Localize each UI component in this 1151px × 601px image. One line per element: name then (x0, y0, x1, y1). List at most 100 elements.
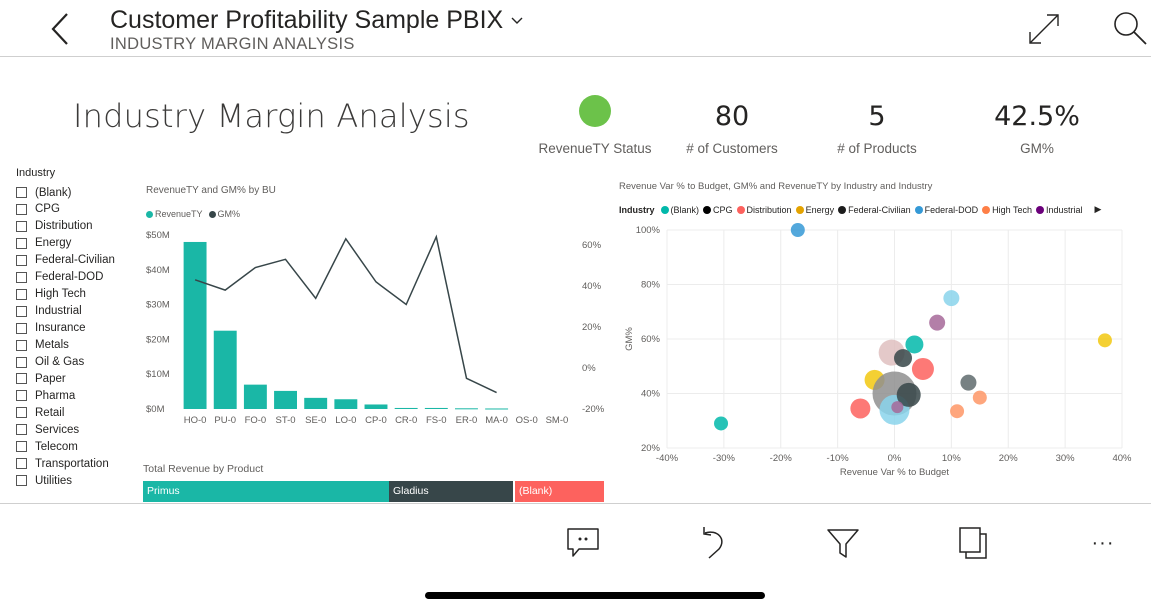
scatter-point (960, 374, 977, 391)
scatter-legend-item[interactable]: (Blank) (660, 205, 699, 215)
chevron-left-icon (51, 13, 68, 45)
industry-scatter-chart[interactable]: -40% -30% -20% -10% 0% 10% 20% 30% 40% 20% 40% 60% 8… (610, 222, 1145, 484)
scatter-point (972, 390, 987, 405)
scatter-legend-item[interactable]: Industrial (1036, 205, 1083, 215)
legend-dot-icon (838, 205, 847, 214)
back-button[interactable] (40, 8, 80, 50)
legend-dot-icon (146, 210, 153, 218)
y-left-tick-label: $40M (146, 265, 170, 276)
checkbox-icon[interactable] (16, 441, 27, 453)
gm-percent-line (194, 234, 497, 394)
industry-slicer-header: Industry (16, 167, 56, 179)
y-tick-label: 60% (641, 334, 661, 345)
checkbox-icon[interactable] (16, 458, 27, 470)
x-tick-label: ER-0 (456, 415, 478, 426)
slicer-item[interactable]: Federal-Civilian (16, 252, 115, 269)
slicer-item[interactable]: Industrial (16, 303, 82, 320)
filter-button[interactable] (822, 522, 864, 564)
slicer-item[interactable]: Transportation (16, 455, 109, 472)
slicer-item[interactable]: Retail (16, 404, 64, 421)
home-indicator (425, 592, 765, 599)
comment-button[interactable] (562, 522, 604, 564)
report-title-dropdown[interactable]: Customer Profitability Sample PBIX (110, 6, 523, 35)
checkbox-icon[interactable] (16, 373, 27, 385)
filter-icon (827, 529, 859, 558)
x-tick-label: 40% (1112, 453, 1132, 464)
slicer-item-label: Services (35, 423, 80, 436)
scatter-legend-item[interactable]: High Tech (982, 205, 1032, 215)
legend-dot-icon (703, 205, 712, 214)
slicer-item[interactable]: High Tech (16, 286, 86, 303)
x-tick-label: SE-0 (305, 415, 326, 426)
x-tick-label: MA-0 (485, 415, 508, 426)
checkbox-icon[interactable] (16, 220, 27, 232)
slicer-item[interactable]: Energy (16, 235, 71, 252)
legend-next-arrow-icon[interactable]: ▶ (1095, 204, 1102, 215)
checkbox-icon[interactable] (16, 237, 27, 249)
slicer-item[interactable]: Utilities (16, 472, 72, 489)
more-options-button[interactable]: ··· (1082, 522, 1124, 564)
report-page-title: Industry Margin Analysis (73, 97, 470, 135)
undo-icon (703, 527, 723, 559)
search-button[interactable] (1110, 8, 1150, 48)
scatter-legend-item[interactable]: Federal-Civilian (838, 205, 911, 215)
slicer-item[interactable]: Metals (16, 337, 69, 354)
slicer-item-label: Pharma (35, 389, 76, 402)
x-axis-label: Revenue Var % to Budget (840, 467, 950, 478)
scatter-legend-item[interactable]: Federal-DOD (914, 205, 978, 215)
checkbox-icon[interactable] (16, 254, 27, 266)
revenue-bar (274, 390, 297, 409)
y-left-tick-label: $10M (146, 369, 170, 380)
slicer-item[interactable]: Paper (16, 370, 66, 387)
revenue-bar (243, 384, 267, 409)
scatter-point (929, 314, 946, 331)
revenue-bar (485, 408, 509, 410)
y-left-tick-label: $50M (146, 230, 170, 241)
scatter-legend-item[interactable]: CPG (703, 205, 733, 215)
legend-dot-icon (914, 205, 923, 214)
checkbox-icon[interactable] (16, 203, 27, 215)
product-segment-gladius[interactable]: Gladius (389, 481, 513, 502)
checkbox-icon[interactable] (16, 390, 27, 402)
scatter-legend-item[interactable]: Energy (795, 205, 834, 215)
expand-button[interactable] (1025, 10, 1063, 48)
checkbox-icon[interactable] (16, 356, 27, 368)
slicer-item-label: Telecom (35, 440, 78, 453)
checkbox-icon[interactable] (16, 271, 27, 283)
slicer-item[interactable]: Pharma (16, 387, 75, 404)
pages-button[interactable] (952, 522, 994, 564)
x-tick-label: LO-0 (335, 415, 356, 426)
x-tick-label: 30% (1056, 453, 1076, 464)
slicer-item[interactable]: Distribution (16, 218, 93, 235)
checkbox-icon[interactable] (16, 288, 27, 300)
product-segment-blank[interactable]: (Blank) (515, 481, 604, 502)
y-right-tick-label: 20% (582, 322, 602, 333)
checkbox-icon[interactable] (16, 187, 27, 198)
slicer-item[interactable]: CPG (16, 201, 60, 218)
slicer-item[interactable]: Telecom (16, 438, 78, 455)
slicer-item[interactable]: Services (16, 421, 79, 438)
checkbox-icon[interactable] (16, 322, 27, 334)
revenue-gm-by-bu-chart[interactable]: $0M $10M $20M $30M $40M $50M -20% 0% 20% 40% 60% HO… (140, 225, 610, 435)
legend-label: Federal-Civilian (848, 204, 911, 215)
legend-dot-icon (660, 205, 669, 214)
checkbox-icon[interactable] (16, 305, 27, 317)
slicer-item[interactable]: Federal-DOD (16, 269, 103, 286)
checkbox-icon[interactable] (16, 339, 27, 351)
checkbox-icon[interactable] (16, 424, 27, 436)
revenue-status-indicator (579, 95, 611, 127)
scatter-legend-item[interactable]: Distribution (736, 205, 792, 215)
slicer-item[interactable]: Oil & Gas (16, 354, 84, 371)
legend-dot-icon (795, 205, 804, 214)
x-tick-label: -30% (713, 453, 736, 464)
undo-button[interactable] (692, 522, 734, 564)
slicer-item[interactable]: (Blank) (16, 184, 71, 201)
revenue-status-label: RevenueTY Status (538, 141, 652, 156)
product-segment-primus[interactable]: Primus (143, 481, 389, 502)
legend-item-gm: GM% (208, 209, 240, 219)
checkbox-icon[interactable] (16, 475, 27, 487)
legend-dot-icon (982, 205, 991, 214)
slicer-item[interactable]: Insurance (16, 320, 86, 337)
checkbox-icon[interactable] (16, 407, 27, 419)
scatter-point (790, 223, 805, 237)
